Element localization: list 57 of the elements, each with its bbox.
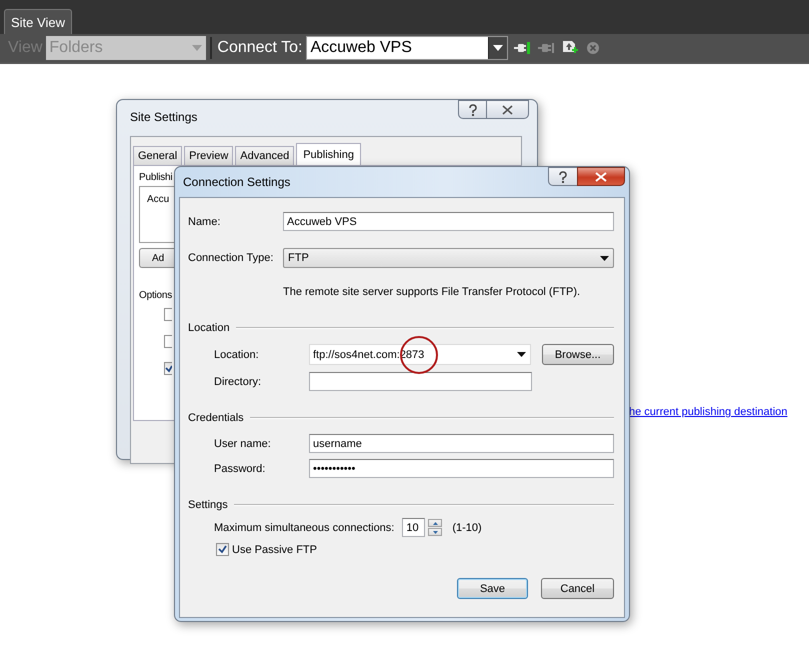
section-label: Publishi (139, 172, 172, 183)
spin-buttons[interactable] (428, 519, 442, 536)
field-label: Connection Type: (188, 252, 274, 264)
group-label: Settings (188, 499, 228, 511)
section-label: Options (139, 290, 172, 301)
cancel-button[interactable]: Cancel (541, 578, 614, 599)
input-field[interactable] (309, 372, 532, 391)
checkbox[interactable] (164, 335, 172, 348)
checkbox[interactable] (164, 362, 172, 375)
field-label: Name: (188, 216, 222, 228)
input-field[interactable]: username (309, 434, 614, 453)
up-arrow-icon (432, 522, 438, 524)
page-plus-icon[interactable] (561, 40, 580, 56)
field-label: Directory: (213, 376, 262, 388)
field-label: Maximum simultaneous connections: (214, 522, 394, 534)
input-field[interactable]: Accuweb VPS (283, 212, 614, 231)
group-label: Location (188, 322, 230, 334)
group-label: Credentials (188, 412, 244, 424)
save-button[interactable]: Save (457, 578, 528, 599)
close-button[interactable] (486, 100, 529, 119)
dialog-title: Site Settings (130, 109, 198, 126)
range-hint: (1-10) (452, 522, 482, 534)
tab[interactable]: Preview (184, 146, 234, 165)
description-text: The remote site server supports File Transfer Protocol (FTP). (283, 286, 582, 298)
field-label: Password: (213, 462, 266, 474)
caret-icon (192, 45, 202, 51)
dialog-title: Connection Settings (182, 174, 290, 191)
password-field[interactable]: ••••••••••• (309, 459, 614, 478)
tab[interactable]: General (133, 146, 182, 165)
caret-icon (493, 45, 504, 51)
caret-icon (516, 352, 526, 357)
checkbox[interactable] (216, 543, 229, 556)
browse-button[interactable]: Browse... (542, 344, 614, 365)
type-dropdown[interactable]: FTP (283, 248, 614, 268)
caret-icon (600, 256, 609, 260)
field-label: User name: (213, 438, 272, 450)
check-icon (165, 364, 172, 373)
help-button[interactable] (458, 100, 486, 119)
tab[interactable]: Advanced (235, 146, 294, 165)
close-button[interactable] (577, 167, 625, 186)
plug-icon[interactable] (513, 40, 532, 56)
close-icon (502, 104, 513, 114)
tab[interactable]: Publishing (296, 143, 361, 165)
checkbox[interactable] (164, 308, 172, 321)
help-icon (468, 104, 478, 116)
checkbox-label: Use Passive FTP (232, 544, 317, 556)
connection-dropdown[interactable]: Accuweb VPS (306, 36, 508, 60)
help-icon (558, 170, 568, 182)
number-field[interactable]: 10 (402, 518, 426, 537)
field-label: Location: (213, 348, 260, 360)
down-arrow-icon (432, 530, 438, 534)
help-button[interactable] (548, 167, 577, 186)
close-icon (595, 172, 607, 182)
view-tab[interactable]: Site View (4, 9, 72, 34)
link[interactable]: he current publishing destination (629, 406, 788, 418)
connect-label: Connect To: (217, 39, 302, 57)
check-icon (218, 545, 227, 554)
